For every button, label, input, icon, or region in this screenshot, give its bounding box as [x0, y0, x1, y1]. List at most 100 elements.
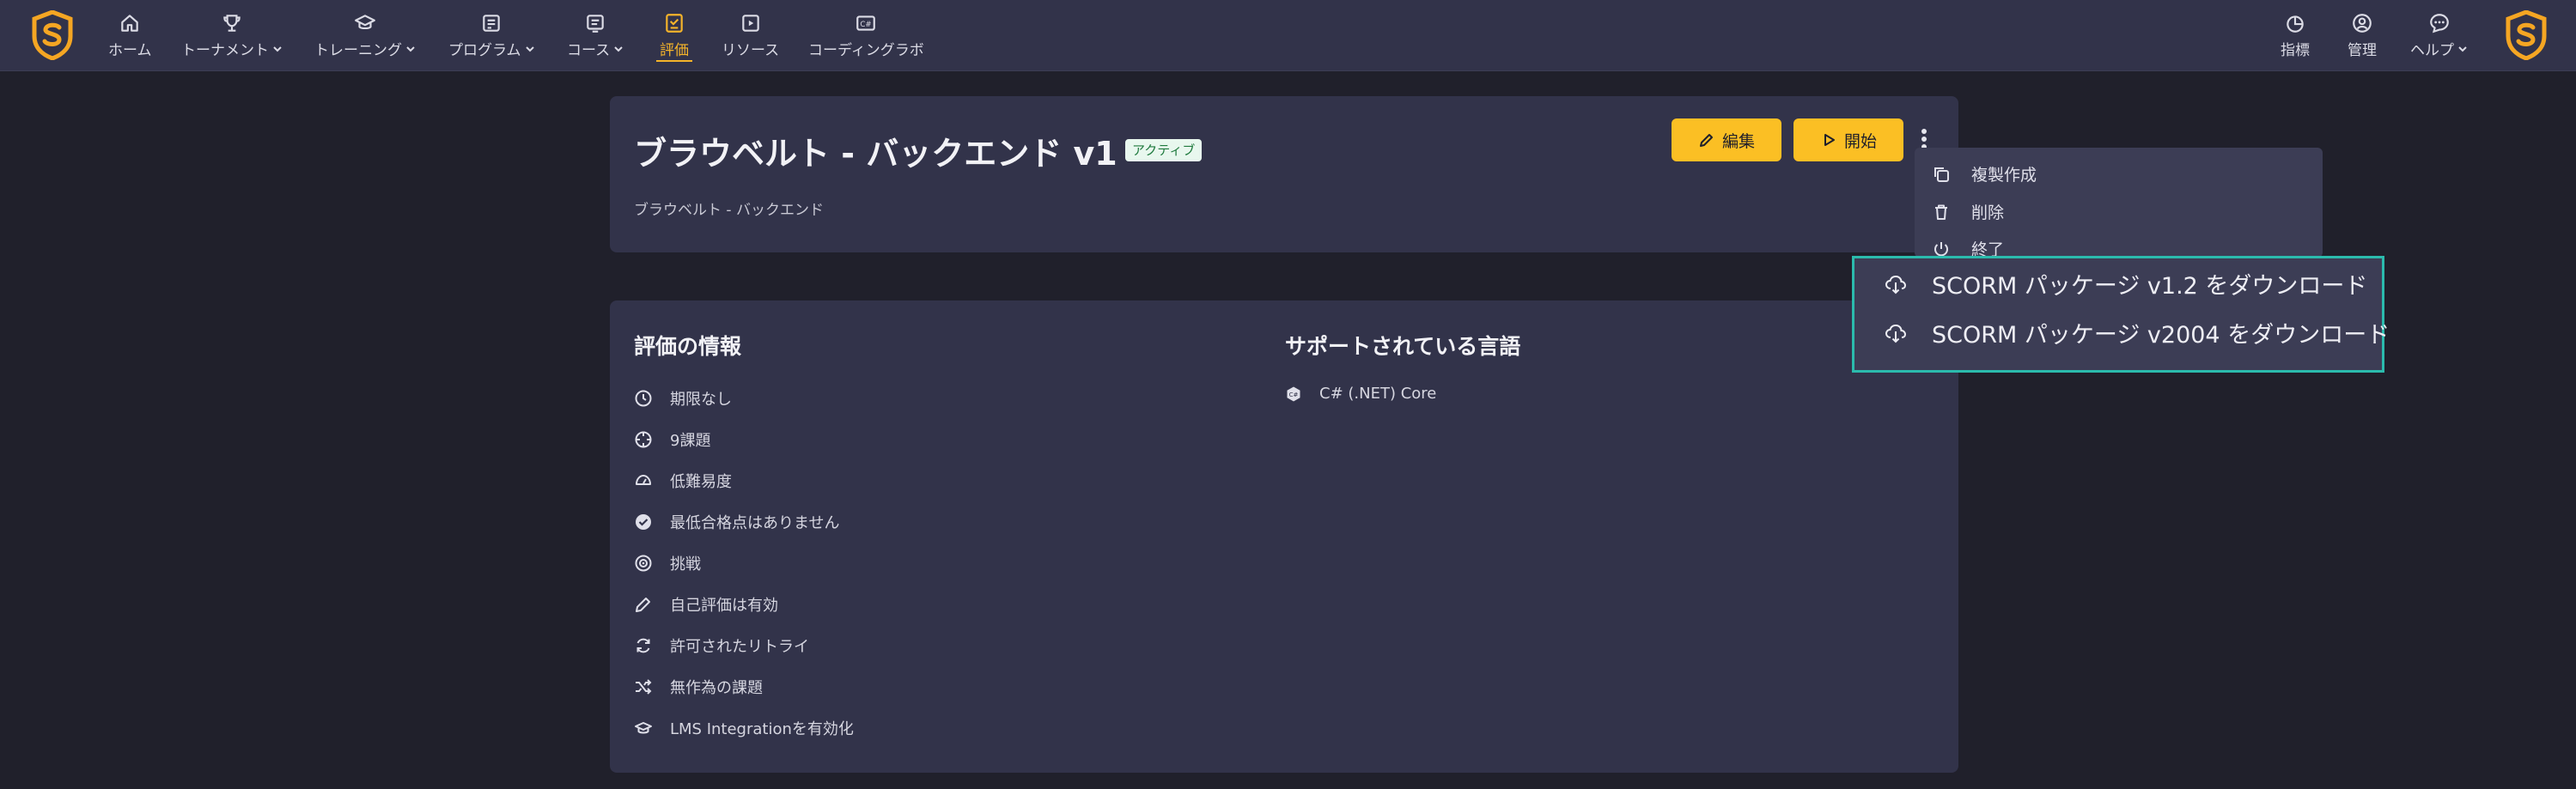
start-button[interactable]: 開始 — [1793, 118, 1903, 161]
course-icon — [587, 15, 604, 33]
trash-icon — [1935, 204, 1947, 220]
pencil-icon — [636, 598, 650, 612]
page-subtitle: ブラウベルト - バックエンド — [634, 202, 824, 219]
nav-metrics[interactable]: 指標 — [2281, 12, 2310, 60]
nav-admin[interactable]: 管理 — [2348, 12, 2377, 60]
nav-tournaments[interactable]: トーナメント — [181, 12, 283, 60]
edit-button[interactable]: 編集 — [1672, 118, 1781, 161]
info-item-label: LMS Integrationを有効化 — [670, 720, 854, 738]
top-navigation-bar: ホーム トーナメント トレーニング プログラム コース 評価 リソース C# コ… — [0, 0, 2576, 71]
assessment-info-card — [610, 300, 1958, 773]
chevron-down-icon — [2458, 46, 2467, 52]
download-scorm-v2004-item[interactable]: SCORM パッケージ v2004 をダウンロード — [1884, 316, 2390, 349]
duplicate-menu-item[interactable]: 複製作成 — [1932, 162, 2037, 185]
nav-home[interactable]: ホーム — [108, 12, 152, 60]
csharp-icon: C# — [1287, 386, 1300, 401]
nav-coding-lab[interactable]: C# コーディングラボ — [808, 12, 924, 60]
info-item-retries: 許可されたリトライ — [634, 634, 809, 657]
language-label: C# (.NET) Core — [1319, 385, 1437, 403]
home-icon — [121, 15, 138, 32]
trophy-icon — [223, 15, 241, 32]
nav-home-label: ホーム — [108, 42, 152, 59]
clock-icon — [635, 390, 652, 407]
info-item-label: 無作為の課題 — [670, 679, 763, 697]
cloud-download-icon — [1885, 275, 1907, 294]
svg-text:C#: C# — [861, 21, 872, 29]
help-icon — [2429, 14, 2449, 33]
duplicate-label: 複製作成 — [1971, 166, 2037, 185]
nav-resources[interactable]: リソース — [722, 12, 779, 60]
chevron-down-icon — [525, 46, 534, 52]
nav-resources-label: リソース — [722, 42, 780, 59]
nav-programs-label: プログラム — [448, 42, 521, 59]
edit-button-label: 編集 — [1721, 131, 1755, 151]
crosshair-icon — [635, 431, 652, 448]
target-icon — [635, 555, 652, 572]
resources-icon — [741, 15, 759, 32]
graduation-cap-icon — [355, 15, 375, 30]
info-item-passing-score: 最低合格点はありません — [634, 511, 839, 533]
nav-courses[interactable]: コース — [567, 12, 624, 60]
info-item-label: 挑戦 — [670, 555, 701, 574]
nav-tournaments-label: トーナメント — [181, 42, 269, 59]
user-avatar-logo[interactable] — [2505, 10, 2548, 60]
info-item-self-assessment: 自己評価は有効 — [634, 593, 778, 616]
nav-courses-label: コース — [567, 42, 611, 59]
refresh-icon — [636, 638, 650, 653]
info-item-label: 自己評価は有効 — [670, 597, 778, 615]
info-item-challenge-count: 9課題 — [634, 428, 710, 451]
nav-help-label: ヘルプ — [2410, 42, 2454, 59]
languages-section-title: サポートされている言語 — [1285, 334, 1521, 359]
brand-logo[interactable] — [31, 10, 74, 60]
nav-assessments-label: 評価 — [660, 42, 689, 59]
nav-programs[interactable]: プログラム — [448, 12, 535, 60]
page-title: ブラウベルト - バックエンド v1 — [634, 135, 1117, 173]
check-circle-icon — [636, 514, 651, 530]
coding-lab-icon: C# — [856, 15, 876, 31]
info-item-deadline: 期限なし — [634, 387, 732, 410]
info-item-challenge-type: 挑戦 — [634, 552, 701, 574]
info-item-label: 許可されたリトライ — [670, 638, 809, 656]
download-scorm-v12-item[interactable]: SCORM パッケージ v1.2 をダウンロード — [1884, 267, 2367, 300]
nav-assessments[interactable]: 評価 — [656, 12, 692, 62]
metrics-icon — [2287, 15, 2304, 33]
assessment-icon — [666, 14, 683, 33]
nav-training-label: トレーニング — [314, 42, 402, 59]
nav-training[interactable]: トレーニング — [314, 12, 416, 60]
info-item-label: 期限なし — [670, 391, 732, 409]
chevron-down-icon — [406, 46, 415, 52]
info-item-label: 9課題 — [670, 432, 711, 450]
nav-help[interactable]: ヘルプ — [2410, 12, 2468, 60]
svg-text:C#: C# — [1289, 391, 1299, 398]
shuffle-icon — [636, 679, 652, 695]
end-menu-item[interactable]: 終了 — [1932, 237, 2004, 258]
scorm-download-panel: SCORM パッケージ v1.2 をダウンロード SCORM パッケージ v20… — [1852, 256, 2390, 373]
lms-icon — [635, 722, 652, 734]
pencil-icon — [1699, 134, 1713, 147]
chevron-down-icon — [273, 46, 282, 52]
info-item-label: 最低合格点はありません — [670, 514, 840, 532]
play-icon — [1824, 134, 1835, 146]
download-scorm-v2004-label: SCORM パッケージ v2004 をダウンロード — [1932, 322, 2390, 349]
info-section-title: 評価の情報 — [634, 334, 742, 359]
info-item-difficulty: 低難易度 — [634, 470, 732, 492]
end-label: 終了 — [1971, 240, 2005, 258]
nav-coding-lab-label: コーディングラボ — [808, 42, 924, 59]
start-button-label: 開始 — [1843, 131, 1877, 151]
info-item-label: 低難易度 — [670, 473, 732, 491]
delete-label: 削除 — [1971, 203, 2005, 222]
info-item-random-challenges: 無作為の課題 — [634, 676, 763, 698]
admin-icon — [2353, 14, 2372, 33]
copy-icon — [1934, 167, 1949, 182]
cloud-download-icon — [1885, 324, 1907, 343]
delete-menu-item[interactable]: 削除 — [1932, 200, 2004, 223]
status-badge: アクティブ — [1125, 139, 1203, 161]
info-item-lms-integration: LMS Integrationを有効化 — [634, 717, 854, 739]
gauge-icon — [636, 475, 651, 485]
download-scorm-v12-label: SCORM パッケージ v1.2 をダウンロード — [1932, 273, 2368, 300]
program-icon — [483, 15, 500, 32]
power-icon — [1934, 241, 1948, 256]
nav-admin-label: 管理 — [2348, 42, 2377, 59]
chevron-down-icon — [614, 46, 623, 52]
nav-metrics-label: 指標 — [2281, 42, 2310, 59]
